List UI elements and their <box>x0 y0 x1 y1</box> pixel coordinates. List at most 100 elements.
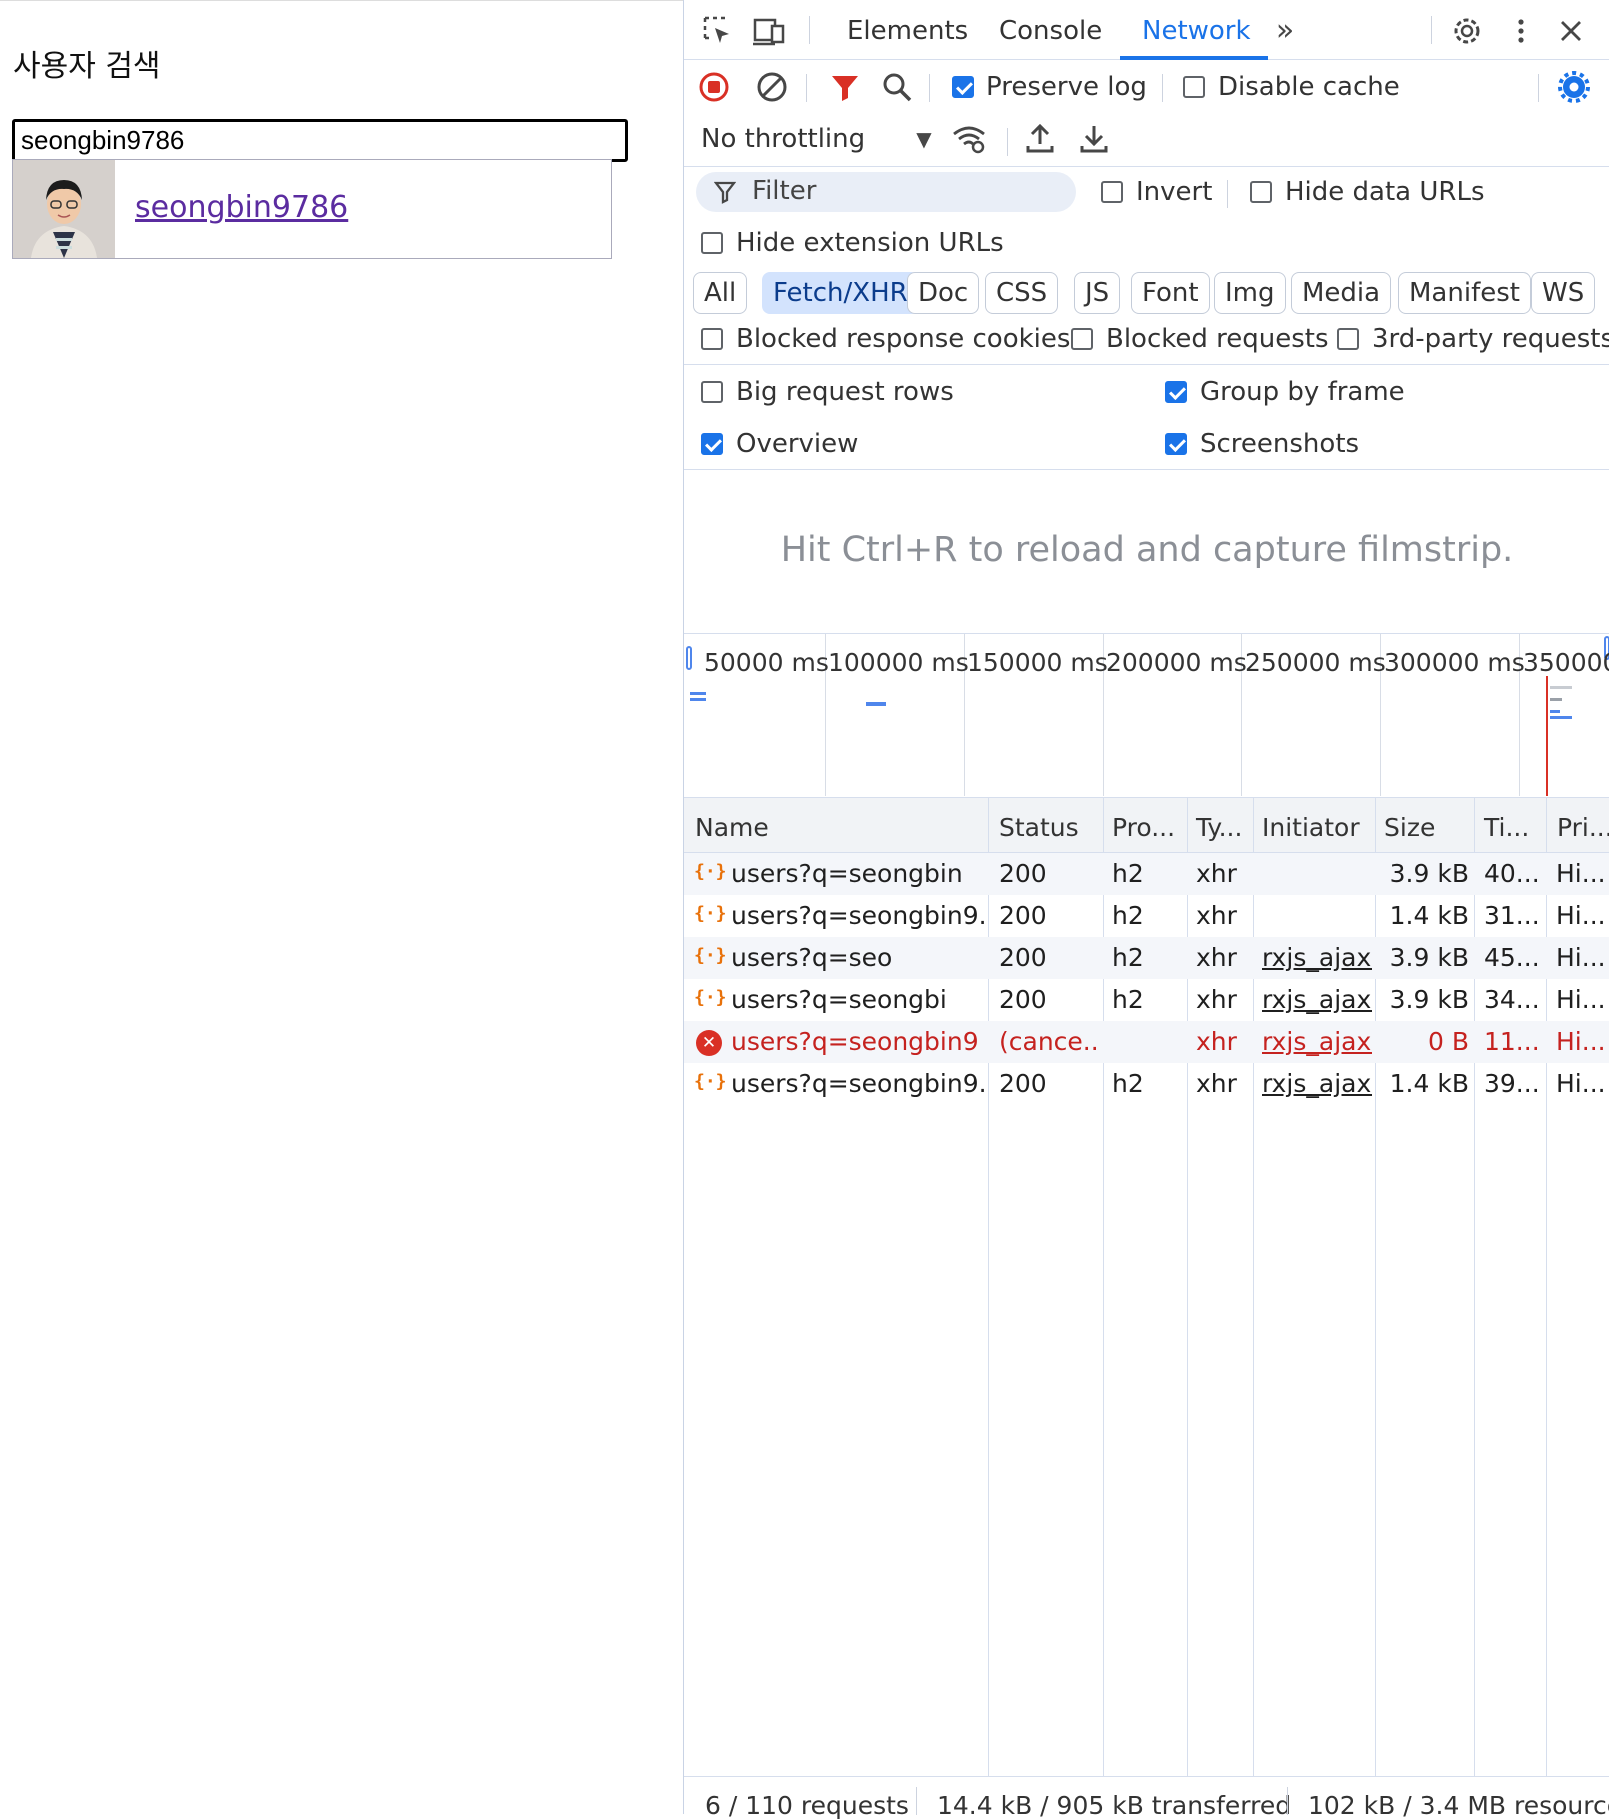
xhr-braces-icon: {·} <box>694 903 727 924</box>
kebab-menu-icon[interactable] <box>1504 14 1538 48</box>
column-header-initiator[interactable]: Initiator <box>1262 813 1360 842</box>
timeline-left-handle[interactable] <box>686 646 692 670</box>
group-by-frame-checkbox[interactable] <box>1165 381 1187 403</box>
page-title: 사용자 검색 <box>13 49 161 84</box>
request-priority: Hi... <box>1556 1027 1606 1056</box>
network-settings-gear-icon[interactable] <box>1556 70 1592 112</box>
devtools-tabbar: Elements Console Network » <box>684 0 1609 60</box>
hide-data-urls-checkbox[interactable] <box>1250 181 1272 203</box>
disable-cache-checkbox[interactable] <box>1183 76 1205 98</box>
table-row[interactable]: {·} users?q=seo 200 h2 xhr rxjs_ajax.js … <box>684 937 1609 979</box>
request-size: 3.9 kB <box>1389 943 1469 972</box>
webpage: 사용자 검색 seongbin9786 <box>0 0 683 1814</box>
request-type: xhr <box>1196 1069 1237 1098</box>
column-header-status[interactable]: Status <box>999 813 1079 842</box>
export-har-icon[interactable] <box>1076 122 1112 164</box>
column-header-protocol[interactable]: Pro... <box>1112 813 1175 842</box>
request-size: 0 B <box>1427 1027 1469 1056</box>
request-time: 31... <box>1484 901 1540 930</box>
column-header-type[interactable]: Ty... <box>1196 813 1242 842</box>
table-row[interactable]: {·} users?q=seongbin9... 200 h2 xhr 1.4 … <box>684 895 1609 937</box>
search-icon[interactable] <box>879 70 915 112</box>
filter-chip-js[interactable]: JS <box>1074 272 1121 314</box>
timeline-tick: 300000 ms <box>1384 648 1525 677</box>
filmstrip-message: Hit Ctrl+R to reload and capture filmstr… <box>780 530 1514 570</box>
hide-extension-urls-checkbox[interactable] <box>701 232 723 254</box>
hide-extension-urls-label: Hide extension URLs <box>736 228 1004 258</box>
filter-chip-doc[interactable]: Doc <box>907 272 980 314</box>
preserve-log-checkbox[interactable] <box>952 76 974 98</box>
filter-chip-font[interactable]: Font <box>1131 272 1210 314</box>
filter-chip-ws[interactable]: WS <box>1531 272 1596 314</box>
inspect-element-icon[interactable] <box>701 14 735 48</box>
request-type: xhr <box>1196 1027 1237 1056</box>
timeline-request-bar <box>1550 686 1572 689</box>
blocked-requests-checkbox[interactable] <box>1071 328 1093 350</box>
overview-checkbox[interactable] <box>701 433 723 455</box>
column-header-name[interactable]: Name <box>695 813 769 842</box>
blocked-requests-label: Blocked requests <box>1106 324 1329 354</box>
big-request-rows-checkbox[interactable] <box>701 381 723 403</box>
request-status: (cance... <box>999 1027 1099 1056</box>
filter-chip-all[interactable]: All <box>693 272 748 314</box>
transferred-size: 14.4 kB / 905 kB transferred <box>937 1791 1292 1820</box>
record-stop-icon[interactable] <box>696 70 732 112</box>
timeline-request-bar <box>690 698 706 701</box>
request-priority: Hi... <box>1556 1069 1606 1098</box>
network-toolbar: Preserve log Disable cache <box>684 60 1609 114</box>
filter-input[interactable]: Filter <box>696 172 1076 212</box>
filter-chip-img[interactable]: Img <box>1214 272 1286 314</box>
filter-chip-media[interactable]: Media <box>1291 272 1392 314</box>
request-priority: Hi... <box>1556 985 1606 1014</box>
table-row[interactable]: {·} users?q=seongbin9... 200 h2 xhr rxjs… <box>684 1063 1609 1105</box>
throttling-select[interactable]: No throttling <box>701 124 865 154</box>
throttling-dropdown-icon[interactable]: ▼ <box>906 122 942 156</box>
blocked-response-cookies-checkbox[interactable] <box>701 328 723 350</box>
username-link[interactable]: seongbin9786 <box>135 190 348 225</box>
timeline-request-bar <box>1550 710 1560 713</box>
user-search-input[interactable] <box>12 119 628 162</box>
xhr-braces-icon: {·} <box>694 945 727 966</box>
request-type: xhr <box>1196 943 1237 972</box>
import-har-icon[interactable] <box>1022 122 1058 164</box>
filter-funnel-icon[interactable] <box>827 70 863 112</box>
network-toolbar-secondary: No throttling ▼ <box>684 114 1609 167</box>
request-initiator[interactable]: rxjs_ajax.js <box>1262 1027 1372 1056</box>
request-initiator[interactable]: rxjs_ajax.js <box>1262 1069 1372 1098</box>
close-icon[interactable] <box>1554 14 1588 48</box>
column-header-size[interactable]: Size <box>1384 813 1435 842</box>
column-header-priority[interactable]: Pri... <box>1557 813 1609 842</box>
more-tabs-chevron-icon[interactable]: » <box>1268 14 1302 48</box>
gear-icon[interactable] <box>1450 14 1484 48</box>
network-conditions-icon[interactable] <box>951 122 987 164</box>
screenshots-checkbox[interactable] <box>1165 433 1187 455</box>
timeline-tick: 150000 ms <box>967 648 1108 677</box>
filter-chip-manifest[interactable]: Manifest <box>1398 272 1531 314</box>
table-row[interactable]: {·} users?q=seongbi 200 h2 xhr rxjs_ajax… <box>684 979 1609 1021</box>
filter-chip-css[interactable]: CSS <box>985 272 1059 314</box>
column-header-time[interactable]: Ti... <box>1484 813 1529 842</box>
search-result-item[interactable]: seongbin9786 <box>12 159 612 259</box>
table-row[interactable]: {·} users?q=seongbin 200 h2 xhr 3.9 kB 4… <box>684 853 1609 895</box>
request-status: 200 <box>999 901 1047 930</box>
clear-icon[interactable] <box>754 70 790 112</box>
table-row-error[interactable]: ✕ users?q=seongbin9 (cance... xhr rxjs_a… <box>684 1021 1609 1063</box>
devtools-panel: Elements Console Network » Preserve log … <box>683 0 1609 1820</box>
request-size: 1.4 kB <box>1389 1069 1469 1098</box>
tab-console[interactable]: Console <box>999 16 1102 46</box>
tab-elements[interactable]: Elements <box>847 16 968 46</box>
xhr-braces-icon: {·} <box>694 987 727 1008</box>
third-party-requests-checkbox[interactable] <box>1337 328 1359 350</box>
request-protocol: h2 <box>1112 985 1144 1014</box>
request-initiator[interactable]: rxjs_ajax.js <box>1262 943 1372 972</box>
request-initiator[interactable]: rxjs_ajax.js <box>1262 985 1372 1014</box>
request-table-header: Name Status Pro... Ty... Initiator Size … <box>684 797 1609 853</box>
tab-network[interactable]: Network <box>1142 16 1251 46</box>
filter-chip-fetch-xhr[interactable]: Fetch/XHR <box>762 272 919 314</box>
xhr-braces-icon: {·} <box>694 1071 727 1092</box>
invert-checkbox[interactable] <box>1101 181 1123 203</box>
device-toolbar-icon[interactable] <box>752 14 786 48</box>
hide-data-urls-label: Hide data URLs <box>1285 177 1485 207</box>
timeline-tick: 100000 ms <box>828 648 969 677</box>
request-size: 3.9 kB <box>1389 859 1469 888</box>
